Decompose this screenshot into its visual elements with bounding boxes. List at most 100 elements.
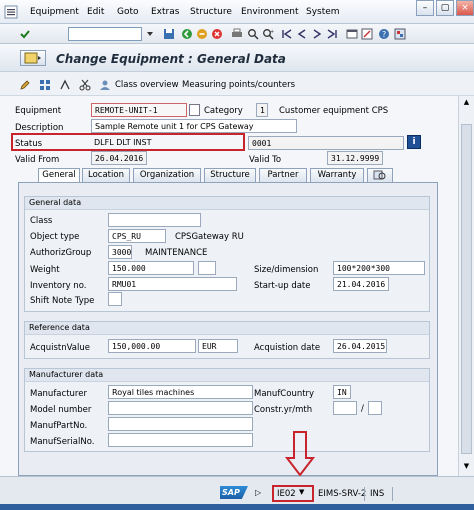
minimize-button[interactable]: – (416, 0, 434, 16)
class-field[interactable] (108, 213, 201, 227)
manuf-serial-no-field[interactable] (108, 433, 253, 447)
acquisition-date-field[interactable]: 26.04.2015 (333, 339, 387, 353)
object-type-field[interactable]: CPS_RU (108, 229, 166, 243)
currency-field[interactable]: EUR (198, 339, 238, 353)
manuf-country-label: ManufCountry (254, 389, 315, 399)
status-extra-field: 0001 (248, 136, 404, 150)
partner-icon[interactable] (98, 78, 111, 91)
status-info-icon[interactable]: i (407, 135, 421, 149)
cut-icon[interactable] (78, 78, 91, 91)
save-icon[interactable] (162, 27, 175, 40)
menu-environment[interactable]: Environment (241, 7, 298, 17)
manufacturer-field[interactable]: Royal tiles machines (108, 385, 253, 399)
insert-mode: INS (370, 489, 385, 499)
exit-icon[interactable] (195, 27, 208, 40)
description-label: Description (15, 123, 64, 133)
category-field: 1 (256, 103, 268, 117)
find-icon[interactable] (246, 27, 259, 40)
constr-month-field[interactable] (368, 401, 382, 415)
shortcut-icon[interactable] (360, 27, 373, 40)
authoriz-group-field[interactable]: 3000 (108, 245, 132, 259)
svg-text:?: ? (382, 30, 386, 39)
tab-more[interactable] (367, 168, 393, 182)
measuring-icon[interactable] (58, 78, 71, 91)
class-overview-button[interactable]: Class overview (115, 80, 179, 90)
system-name: EIMS-SRV-2 (318, 489, 367, 499)
standard-toolbar: + ? (0, 24, 474, 44)
manuf-part-no-field[interactable] (108, 417, 253, 431)
equipment-field: REMOTE-UNIT-1 (91, 103, 187, 117)
equipment-info-icon[interactable] (189, 104, 200, 116)
screen-menu-button[interactable] (20, 50, 46, 66)
manufacturer-label: Manufacturer (30, 389, 87, 399)
tab-structure[interactable]: Structure (204, 168, 256, 182)
close-button[interactable]: × (456, 0, 474, 16)
valid-to-label: Valid To (249, 155, 282, 165)
layout-icon[interactable] (393, 27, 406, 40)
menu-goto[interactable]: Goto (117, 7, 139, 17)
transaction-code[interactable]: IE02 (277, 489, 296, 499)
create-session-icon[interactable] (345, 27, 358, 40)
command-dropdown-icon[interactable] (143, 27, 156, 40)
print-icon[interactable] (230, 27, 243, 40)
tab-partner[interactable]: Partner (259, 168, 307, 182)
edit-pencil-icon[interactable] (18, 78, 31, 91)
general-data-title: General data (25, 197, 429, 210)
valid-to-field: 31.12.9999 (327, 151, 383, 165)
status-label: Status (15, 139, 43, 149)
menu-edit[interactable]: Edit (87, 7, 104, 17)
startup-date-label: Start-up date (254, 281, 311, 291)
size-dimension-field[interactable]: 100*200*300 (333, 261, 425, 275)
command-field[interactable] (68, 27, 142, 41)
valid-from-field: 26.04.2016 (91, 151, 147, 165)
inventory-field[interactable]: RMU01 (108, 277, 237, 291)
description-field[interactable]: Sample Remote unit 1 for CPS Gateway (91, 119, 297, 133)
tab-organization[interactable]: Organization (133, 168, 201, 182)
tab-warranty[interactable]: Warranty (310, 168, 364, 182)
menu-equipment[interactable]: Equipment (30, 7, 79, 17)
model-number-field[interactable] (108, 401, 253, 415)
weight-unit-field[interactable] (198, 261, 216, 275)
tab-general[interactable]: General (38, 168, 80, 183)
sap-menu-icon[interactable] (4, 5, 18, 22)
status-divider (364, 487, 365, 501)
constr-separator: / (361, 404, 364, 414)
prev-page-icon[interactable] (295, 27, 308, 40)
tab-location[interactable]: Location (82, 168, 130, 182)
transaction-dropdown-icon[interactable]: ▼ (299, 488, 304, 496)
first-page-icon[interactable] (280, 27, 293, 40)
sap-logo: SAP (220, 486, 248, 499)
menu-system[interactable]: System (306, 7, 340, 17)
scroll-up-icon[interactable]: ▲ (461, 98, 472, 108)
classification-icon[interactable] (38, 78, 51, 91)
menu-structure[interactable]: Structure (190, 7, 232, 17)
help-icon[interactable]: ? (377, 27, 390, 40)
object-type-label: Object type (30, 232, 80, 242)
next-page-icon[interactable] (310, 27, 323, 40)
inventory-label: Inventory no. (30, 281, 87, 291)
red-arrow-annotation (284, 431, 316, 477)
title-bar: Change Equipment : General Data (0, 44, 474, 72)
menu-extras[interactable]: Extras (151, 7, 179, 17)
shift-note-type-field[interactable] (108, 292, 122, 306)
scroll-thumb[interactable] (461, 124, 472, 454)
status-field: DLFL DLT INST (94, 138, 152, 147)
measuring-points-button[interactable]: Measuring points/counters (182, 80, 295, 90)
acquisition-value-field[interactable]: 150,000.00 (108, 339, 196, 353)
startup-date-field[interactable]: 21.04.2016 (333, 277, 389, 291)
last-page-icon[interactable] (325, 27, 338, 40)
weight-field[interactable]: 150.000 (108, 261, 194, 275)
manuf-country-field[interactable]: IN (333, 385, 351, 399)
scroll-down-icon[interactable]: ▼ (461, 462, 472, 472)
vertical-scrollbar[interactable]: ▲ ▼ (458, 96, 474, 476)
application-toolbar: Class overview Measuring points/counters (0, 72, 474, 96)
reference-data-title: Reference data (25, 322, 429, 335)
enter-icon[interactable] (18, 27, 31, 40)
find-next-icon[interactable]: + (261, 27, 274, 40)
status-expand-icon[interactable]: ▷ (255, 488, 261, 497)
cancel-icon[interactable] (210, 27, 223, 40)
back-icon[interactable] (180, 27, 193, 40)
constr-year-field[interactable] (333, 401, 357, 415)
shift-note-type-label: Shift Note Type (30, 296, 95, 306)
maximize-button[interactable]: ▢ (436, 0, 454, 16)
